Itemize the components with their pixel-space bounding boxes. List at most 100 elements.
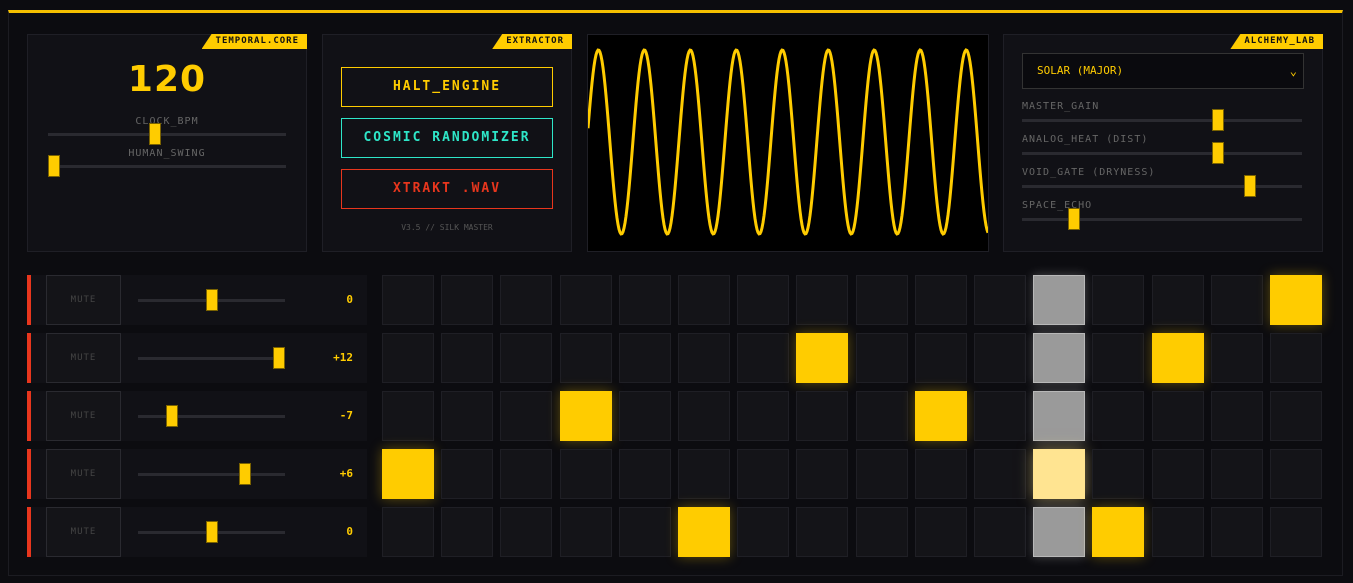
step-cell[interactable] <box>737 449 790 499</box>
step-cell[interactable] <box>1033 275 1086 325</box>
step-cell[interactable] <box>382 391 434 441</box>
step-cell[interactable] <box>974 333 1026 383</box>
step-cell[interactable] <box>382 507 434 557</box>
pitch-slider-knob[interactable] <box>206 289 218 311</box>
step-cell[interactable] <box>441 275 494 325</box>
step-cell[interactable] <box>1092 449 1145 499</box>
step-cell[interactable] <box>737 507 790 557</box>
alchemy-slider-knob[interactable] <box>1068 208 1080 230</box>
pitch-slider-knob[interactable] <box>273 347 285 369</box>
step-cell[interactable] <box>1033 391 1086 441</box>
alchemy-slider[interactable] <box>1022 109 1302 131</box>
step-cell[interactable] <box>618 275 671 325</box>
step-cell[interactable] <box>1092 507 1145 557</box>
pitch-slider-knob[interactable] <box>166 405 178 427</box>
pitch-slider[interactable] <box>138 521 285 543</box>
step-cell[interactable] <box>441 333 494 383</box>
step-cell[interactable] <box>1270 449 1322 499</box>
step-cell[interactable] <box>1033 333 1086 383</box>
step-cell[interactable] <box>678 507 730 557</box>
step-cell[interactable] <box>618 333 671 383</box>
pitch-slider[interactable] <box>138 289 285 311</box>
step-cell[interactable] <box>500 391 553 441</box>
step-cell[interactable] <box>737 275 790 325</box>
step-cell[interactable] <box>441 449 494 499</box>
step-cell[interactable] <box>737 333 790 383</box>
step-cell[interactable] <box>678 449 730 499</box>
step-cell[interactable] <box>1270 507 1322 557</box>
human-swing-slider[interactable] <box>48 155 286 177</box>
step-cell[interactable] <box>500 449 553 499</box>
step-cell[interactable] <box>559 449 612 499</box>
mute-button[interactable]: MUTE <box>46 333 121 383</box>
step-cell[interactable] <box>1270 333 1322 383</box>
step-cell[interactable] <box>1151 275 1204 325</box>
step-cell[interactable] <box>796 507 849 557</box>
alchemy-slider[interactable] <box>1022 175 1302 197</box>
step-cell[interactable] <box>855 449 908 499</box>
step-cell[interactable] <box>1092 333 1145 383</box>
step-cell[interactable] <box>441 507 494 557</box>
human-swing-knob[interactable] <box>48 155 60 177</box>
step-cell[interactable] <box>559 391 612 441</box>
step-cell[interactable] <box>559 507 612 557</box>
step-cell[interactable] <box>678 275 730 325</box>
step-cell[interactable] <box>618 391 671 441</box>
step-cell[interactable] <box>678 333 730 383</box>
step-cell[interactable] <box>796 333 849 383</box>
pitch-slider[interactable] <box>138 463 285 485</box>
step-cell[interactable] <box>796 391 849 441</box>
step-cell[interactable] <box>974 275 1026 325</box>
step-cell[interactable] <box>1210 275 1263 325</box>
step-cell[interactable] <box>796 449 849 499</box>
step-cell[interactable] <box>914 275 967 325</box>
step-cell[interactable] <box>559 275 612 325</box>
alchemy-slider[interactable] <box>1022 208 1302 230</box>
step-cell[interactable] <box>1092 391 1145 441</box>
step-cell[interactable] <box>855 507 908 557</box>
step-cell[interactable] <box>914 449 967 499</box>
scale-select[interactable]: SOLAR (MAJOR) ⌄ <box>1022 53 1304 89</box>
step-cell[interactable] <box>1210 333 1263 383</box>
clock-bpm-knob[interactable] <box>149 123 161 145</box>
alchemy-slider-knob[interactable] <box>1212 109 1224 131</box>
step-cell[interactable] <box>1210 507 1263 557</box>
step-cell[interactable] <box>678 391 730 441</box>
step-cell[interactable] <box>855 275 908 325</box>
step-cell[interactable] <box>796 275 849 325</box>
step-cell[interactable] <box>1033 449 1086 499</box>
step-cell[interactable] <box>974 449 1026 499</box>
pitch-slider-knob[interactable] <box>239 463 251 485</box>
step-cell[interactable] <box>618 449 671 499</box>
step-cell[interactable] <box>855 391 908 441</box>
pitch-slider-knob[interactable] <box>206 521 218 543</box>
step-cell[interactable] <box>1151 333 1204 383</box>
step-cell[interactable] <box>1151 507 1204 557</box>
step-cell[interactable] <box>914 333 967 383</box>
mute-button[interactable]: MUTE <box>46 391 121 441</box>
halt-engine-button[interactable]: HALT_ENGINE <box>341 67 553 107</box>
step-cell[interactable] <box>618 507 671 557</box>
alchemy-slider[interactable] <box>1022 142 1302 164</box>
step-cell[interactable] <box>382 449 434 499</box>
step-cell[interactable] <box>1270 391 1322 441</box>
step-cell[interactable] <box>500 275 553 325</box>
mute-button[interactable]: MUTE <box>46 275 121 325</box>
pitch-slider[interactable] <box>138 347 285 369</box>
step-cell[interactable] <box>382 275 434 325</box>
clock-bpm-slider[interactable] <box>48 123 286 145</box>
step-cell[interactable] <box>1151 391 1204 441</box>
alchemy-slider-knob[interactable] <box>1212 142 1224 164</box>
step-cell[interactable] <box>1210 449 1263 499</box>
step-cell[interactable] <box>1033 507 1086 557</box>
step-cell[interactable] <box>500 507 553 557</box>
step-cell[interactable] <box>1151 449 1204 499</box>
step-cell[interactable] <box>1092 275 1145 325</box>
mute-button[interactable]: MUTE <box>46 507 121 557</box>
mute-button[interactable]: MUTE <box>46 449 121 499</box>
pitch-slider[interactable] <box>138 405 285 427</box>
step-cell[interactable] <box>974 391 1026 441</box>
step-cell[interactable] <box>441 391 494 441</box>
step-cell[interactable] <box>500 333 553 383</box>
step-cell[interactable] <box>382 333 434 383</box>
